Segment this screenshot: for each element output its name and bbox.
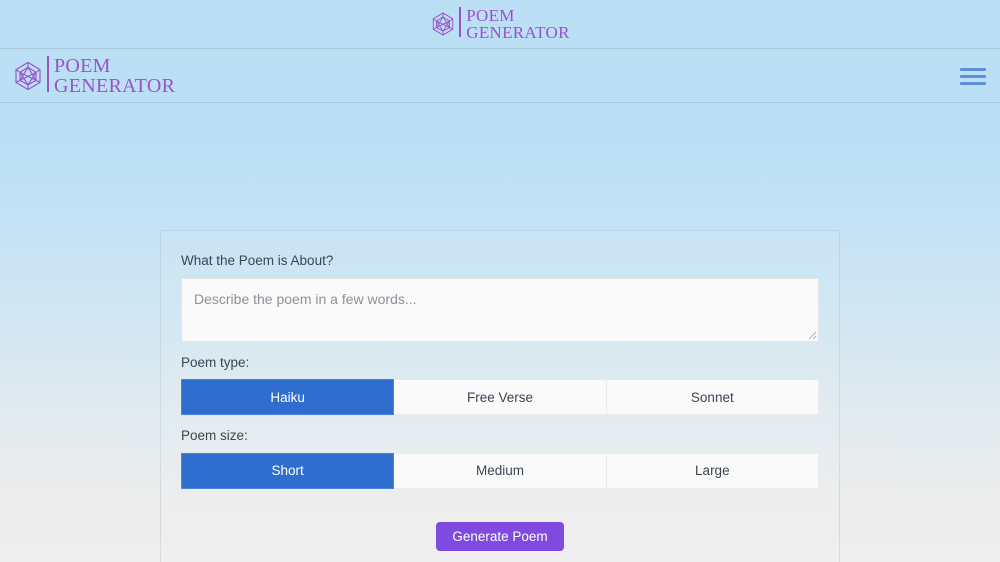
poem-size-option-medium[interactable]: Medium: [394, 452, 607, 489]
navbar-logo[interactable]: POEM GENERATOR: [12, 56, 175, 96]
poem-size-button-group: Short Medium Large: [181, 452, 819, 489]
poem-form-card: What the Poem is About? Poem type: Haiku…: [160, 230, 840, 562]
hamburger-bar-2: [960, 74, 986, 78]
topic-label: What the Poem is About?: [181, 253, 334, 268]
generate-poem-button[interactable]: Generate Poem: [436, 521, 564, 551]
navbar-logo-line2: GENERATOR: [54, 75, 176, 97]
topic-input-wrapper: [181, 278, 819, 343]
navbar-logo-text: POEM GENERATOR: [54, 56, 175, 96]
banner-logo-text: POEM GENERATOR: [466, 7, 569, 41]
poem-size-option-short[interactable]: Short: [181, 452, 395, 489]
top-banner: POEM GENERATOR: [0, 0, 1000, 49]
polyhedron-icon: [15, 61, 41, 91]
app-root: POEM GENERATOR POEM GENERATOR What the P…: [0, 0, 1000, 562]
topic-textarea[interactable]: [181, 278, 819, 343]
hamburger-bar-1: [960, 67, 986, 71]
polyhedron-icon: [433, 12, 454, 36]
poem-size-label: Poem size:: [181, 428, 248, 444]
banner-logo[interactable]: POEM GENERATOR: [430, 7, 569, 41]
submit-row: Generate Poem: [181, 521, 819, 551]
poem-size-option-large[interactable]: Large: [606, 452, 819, 489]
poem-type-label: Poem type:: [181, 355, 250, 371]
poem-type-option-free-verse[interactable]: Free Verse: [394, 379, 607, 416]
logo-divider: [47, 56, 49, 92]
logo-divider: [459, 7, 462, 37]
hamburger-menu-icon[interactable]: [960, 65, 986, 87]
banner-logo-line2: GENERATOR: [466, 23, 570, 42]
banner-logo-line1: POEM: [466, 6, 515, 25]
poem-type-option-haiku[interactable]: Haiku: [181, 379, 395, 416]
navbar: POEM GENERATOR: [0, 50, 1000, 103]
poem-type-option-sonnet[interactable]: Sonnet: [606, 379, 819, 416]
poem-type-button-group: Haiku Free Verse Sonnet: [181, 379, 819, 416]
hamburger-bar-3: [960, 81, 986, 85]
navbar-logo-line1: POEM: [54, 55, 111, 77]
